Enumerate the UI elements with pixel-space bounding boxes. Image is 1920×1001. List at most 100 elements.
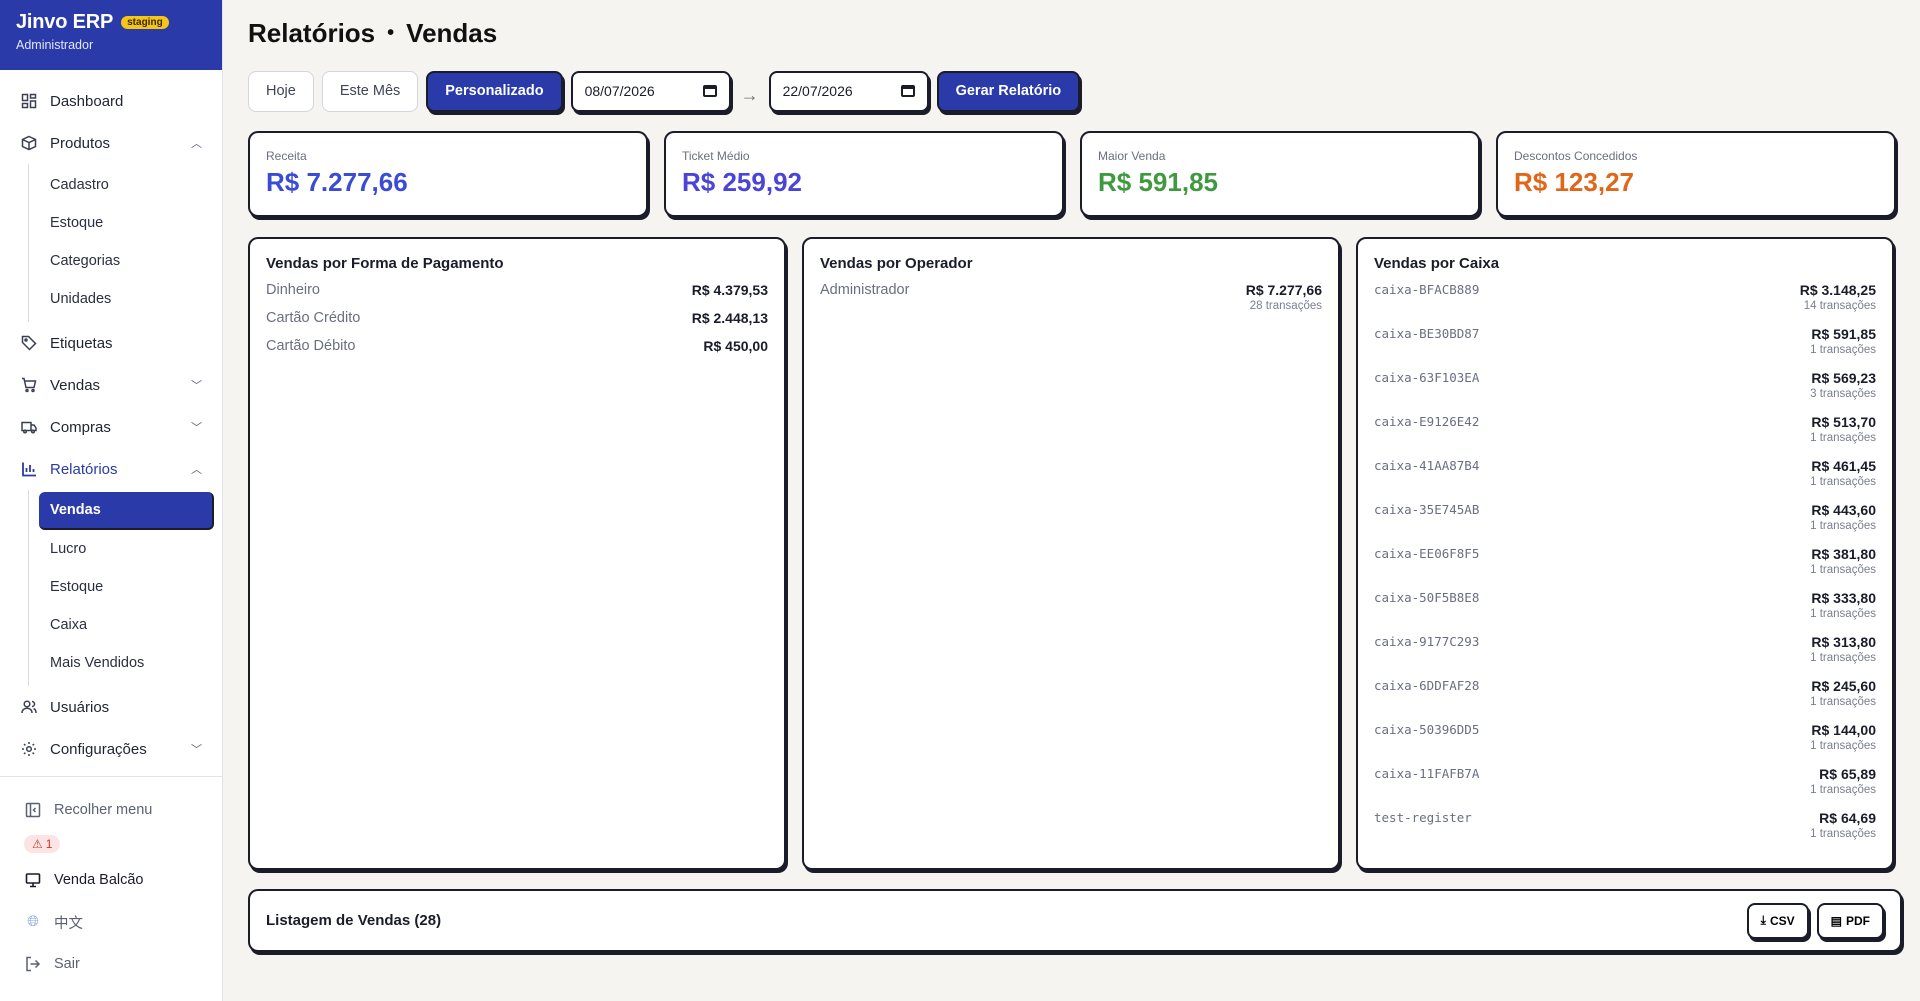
- current-user: Administrador: [16, 38, 94, 52]
- list-item: test-register R$ 64,69 1 transações: [1374, 810, 1876, 854]
- generate-report-button[interactable]: Gerar Relatório: [936, 70, 1081, 112]
- collapse-menu-button[interactable]: Recolher menu: [0, 793, 222, 827]
- register-id: caixa-11FAFB7A: [1374, 766, 1480, 781]
- csv-label: CSV: [1769, 913, 1795, 928]
- register-total: R$ 569,23: [1811, 370, 1876, 386]
- collapse-sidebar-icon: [24, 802, 42, 818]
- list-item: caixa-EE06F8F5 R$ 381,80 1 transações: [1374, 546, 1876, 590]
- users-icon: [20, 698, 38, 716]
- stat-label: Ticket Médio: [682, 149, 750, 163]
- list-item: caixa-E9126E42 R$ 513,70 1 transações: [1374, 414, 1876, 458]
- nav-vendas[interactable]: Vendas ﹀: [0, 364, 222, 406]
- nav-relatorios[interactable]: Relatórios ︿: [0, 448, 222, 490]
- alert-badge[interactable]: ⚠ 1: [24, 835, 61, 853]
- sidebar-item-lucro[interactable]: Lucro: [29, 530, 222, 568]
- stat-label: Descontos Concedidos: [1514, 149, 1638, 163]
- sidebar-item-vendas[interactable]: Vendas: [39, 492, 214, 530]
- export-csv-button[interactable]: ⤓ CSV: [1746, 902, 1809, 939]
- payment-method-value: R$ 2.448,13: [691, 310, 768, 326]
- calendar-icon[interactable]: [702, 85, 717, 97]
- date-to-input[interactable]: 22/07/2026: [768, 70, 929, 112]
- payment-method-label: Cartão Crédito: [266, 310, 361, 326]
- sidebar-item-cadastro[interactable]: Cadastro: [29, 166, 222, 204]
- payment-method-label: Cartão Débito: [266, 338, 356, 354]
- list-item: Cartão Crédito R$ 2.448,13: [266, 310, 768, 338]
- register-transactions: 1 transações: [1810, 828, 1876, 840]
- register-id: caixa-35E745AB: [1374, 502, 1480, 517]
- calendar-icon[interactable]: [900, 85, 915, 97]
- nav-produtos[interactable]: Produtos ︿: [0, 122, 222, 164]
- page-subtitle: Vendas: [406, 17, 498, 48]
- breakdown-panels: Vendas por Forma de Pagamento Dinheiro R…: [248, 237, 1902, 870]
- register-total: R$ 591,85: [1811, 326, 1876, 342]
- register-id: caixa-50F5B8E8: [1374, 590, 1480, 605]
- list-item: caixa-50F5B8E8 R$ 333,80 1 transações: [1374, 590, 1876, 634]
- export-buttons: ⤓ CSV ▤ PDF: [1746, 902, 1884, 939]
- nav-produtos-label: Produtos: [50, 134, 111, 152]
- document-icon: ▤: [1830, 913, 1842, 928]
- logout-label: Sair: [54, 956, 80, 972]
- register-id: caixa-BE30BD87: [1374, 326, 1480, 341]
- page-section: Relatórios: [248, 17, 376, 48]
- stat-value: R$ 123,27: [1514, 167, 1634, 197]
- payment-method-label: Dinheiro: [266, 282, 320, 298]
- register-transactions: 1 transações: [1810, 740, 1876, 752]
- globe-icon: 🌐︎: [27, 914, 39, 930]
- register-total: R$ 381,80: [1811, 546, 1876, 562]
- list-item: caixa-50396DD5 R$ 144,00 1 transações: [1374, 722, 1876, 766]
- register-total: R$ 65,89: [1819, 766, 1876, 782]
- register-transactions: 3 transações: [1810, 388, 1876, 400]
- register-total: R$ 443,60: [1811, 502, 1876, 518]
- venda-balcao-button[interactable]: Venda Balcão: [0, 863, 222, 897]
- sidebar-item-categorias[interactable]: Categorias: [29, 242, 222, 280]
- register-transactions: 1 transações: [1810, 344, 1876, 356]
- register-total: R$ 513,70: [1811, 414, 1876, 430]
- main-nav: Dashboard Produtos ︿ Cadastro Estoque Ca…: [0, 70, 222, 770]
- chevron-down-icon: ﹀: [191, 380, 202, 392]
- register-id: caixa-BFACB889: [1374, 282, 1480, 297]
- chevron-up-icon: ︿: [191, 464, 202, 476]
- language-label: 中文: [54, 915, 83, 932]
- panel-title: Vendas por Forma de Pagamento: [266, 255, 504, 272]
- warning-icon: ⚠: [32, 837, 43, 851]
- sidebar-item-unidades[interactable]: Unidades: [29, 280, 222, 318]
- list-item: caixa-63F103EA R$ 569,23 3 transações: [1374, 370, 1876, 414]
- register-transactions: 1 transações: [1810, 432, 1876, 444]
- nav-compras[interactable]: Compras ﹀: [0, 406, 222, 448]
- sales-listing-title: Listagem de Vendas (28): [266, 912, 442, 929]
- custom-period-button[interactable]: Personalizado: [426, 70, 563, 112]
- stat-card-ticket-medio: Ticket Médio R$ 259,92: [664, 131, 1064, 217]
- operator-total: R$ 7.277,66: [1245, 282, 1322, 298]
- language-switch[interactable]: 🌐︎ 中文: [0, 905, 222, 939]
- arrow-right-icon: →: [740, 84, 759, 105]
- list-item: Administrador R$ 7.277,66 28 transações: [820, 282, 1322, 312]
- register-total: R$ 461,45: [1811, 458, 1876, 474]
- export-pdf-button[interactable]: ▤ PDF: [1816, 902, 1884, 939]
- nav-usuarios[interactable]: Usuários: [0, 686, 222, 728]
- date-from-value: 08/07/2026: [584, 83, 655, 99]
- operator-name: Administrador: [820, 282, 910, 298]
- logout-button[interactable]: Sair: [0, 947, 222, 981]
- nav-configuracoes[interactable]: Configurações ﹀: [0, 728, 222, 770]
- stat-value: R$ 259,92: [682, 167, 802, 197]
- register-transactions: 1 transações: [1810, 696, 1876, 708]
- sidebar-item-caixa[interactable]: Caixa: [29, 606, 222, 644]
- nav-dashboard[interactable]: Dashboard: [0, 80, 222, 122]
- gear-icon: [20, 740, 38, 758]
- nav-etiquetas[interactable]: Etiquetas: [0, 322, 222, 364]
- register-panel: Vendas por Caixa caixa-BFACB889 R$ 3.148,…: [1356, 237, 1894, 870]
- sidebar-item-mais-vendidos[interactable]: Mais Vendidos: [29, 644, 222, 682]
- today-button[interactable]: Hoje: [248, 70, 314, 112]
- panel-title: Vendas por Caixa: [1374, 255, 1500, 272]
- register-id: caixa-9177C293: [1374, 634, 1480, 649]
- list-item: caixa-11FAFB7A R$ 65,89 1 transações: [1374, 766, 1876, 810]
- date-from-input[interactable]: 08/07/2026: [570, 70, 731, 112]
- environment-badge: staging: [121, 16, 169, 29]
- this-month-button[interactable]: Este Mês: [321, 70, 419, 112]
- report-filters: Hoje Este Mês Personalizado 08/07/2026 →…: [248, 70, 1902, 112]
- sidebar: Jinvo ERP staging Administrador Dashboar…: [0, 0, 223, 1001]
- sidebar-item-estoque[interactable]: Estoque: [29, 204, 222, 242]
- sidebar-item-estoque-report[interactable]: Estoque: [29, 568, 222, 606]
- stat-card-maior-venda: Maior Venda R$ 591,85: [1080, 131, 1480, 217]
- chevron-down-icon: ﹀: [191, 744, 202, 756]
